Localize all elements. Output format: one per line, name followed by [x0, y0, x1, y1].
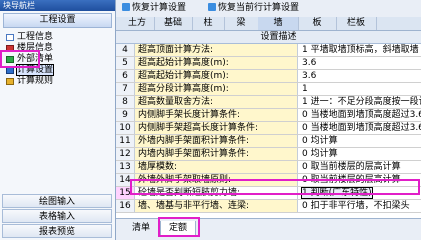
restore-icon — [122, 3, 130, 11]
row-value[interactable]: 0 均计算 — [299, 135, 421, 147]
tab-parapet[interactable]: 栏板 — [336, 17, 377, 30]
row-value[interactable]: 0 取当前楼层的层高计算 — [299, 174, 421, 186]
row-value[interactable]: 0 取当前楼层的层高计算 — [299, 161, 421, 173]
restore-current-row-label: 恢复当前行计算设置 — [218, 3, 300, 13]
grid-header-description: 设置描述 — [116, 31, 421, 44]
row-number: 14 — [116, 174, 135, 186]
table-row[interactable]: 9 内侧脚手架长度计算条件: 0 当楼地面到墙顶高度超过3.6m — [116, 109, 421, 122]
row-description: 外墙外脚手架取墙原则: — [135, 174, 298, 186]
table-input-button[interactable]: 表格输入 — [2, 209, 112, 223]
nav-item-label: 计算规则 — [17, 76, 54, 86]
table-row[interactable]: 12 内墙内脚手架面积计算条件: 0 均计算 — [116, 148, 421, 161]
settings-grid: 设置描述 4 超高顶面计算方法: 1 平墙取墙顶标高，斜墙取墙 5 超高起始计算高度(… — [116, 31, 421, 213]
row-value[interactable]: 0 当楼地面到墙顶高度超过3.6m — [299, 122, 421, 134]
toolbar: 恢复计算设置 恢复当前行计算设置 — [116, 0, 421, 18]
row-number: 11 — [116, 135, 135, 147]
tab-column[interactable]: 柱 — [192, 17, 225, 30]
nav-item-external-list[interactable]: 外部清单 — [4, 54, 53, 65]
row-value[interactable]: 1 — [299, 83, 421, 95]
row-value[interactable]: 0 扣于非平行墙，不扣梁头 — [299, 200, 421, 212]
category-tabs: 土方 基础 柱 梁 墙 板 栏板 — [116, 17, 421, 31]
row-description: 超高顶面计算方法: — [135, 44, 298, 56]
row-number: 16 — [116, 200, 135, 212]
row-description: 砼墙是否判断短肢剪力墙: — [135, 187, 298, 199]
list-icon — [6, 56, 14, 63]
row-value[interactable]: 0 当楼地面到墙顶高度超过3.6m — [299, 109, 421, 121]
table-row[interactable]: 14 外墙外脚手架取墙原则: 0 取当前楼层的层高计算 — [116, 174, 421, 187]
settings-icon — [6, 67, 14, 74]
table-row[interactable]: 8 超高数量取舍方法: 1 进一：不足分段高度按一段计 — [116, 96, 421, 109]
row-number: 4 — [116, 44, 135, 56]
nav-item-calc-rules[interactable]: 计算规则 — [4, 76, 53, 87]
row-value[interactable]: 1 平墙取墙顶标高，斜墙取墙 — [299, 44, 421, 56]
restore-current-row-button[interactable]: 恢复当前行计算设置 — [208, 3, 299, 14]
sheet-tabs: 清单 定额 — [116, 218, 421, 240]
row-description: 超高起始计算高度(m): — [135, 57, 298, 69]
table-row[interactable]: 7 超高分段计算高度(m): 1 — [116, 83, 421, 96]
row-description: 内墙内脚手架面积计算条件: — [135, 148, 298, 160]
row-value[interactable]: 1 进一：不足分段高度按一段计 — [299, 96, 421, 108]
table-row-selected[interactable]: 15 砼墙是否判断短肢剪力墙: 1 判断(广东特性) — [116, 187, 421, 200]
row-description: 超高数量取舍方法: — [135, 96, 298, 108]
row-description: 超高分段计算高度(m): — [135, 83, 298, 95]
row-value[interactable]: 3.6 — [299, 57, 421, 69]
restore-settings-label: 恢复计算设置 — [132, 3, 187, 13]
nav-item-calc-settings[interactable]: 计算设置 — [4, 64, 55, 76]
tab-wall[interactable]: 墙 — [258, 17, 299, 30]
restore-settings-button[interactable]: 恢复计算设置 — [122, 3, 186, 14]
nav-item-label: 楼层信息 — [17, 43, 54, 53]
main-area: 恢复计算设置 恢复当前行计算设置 土方 基础 柱 梁 墙 板 栏板 设置描述 4… — [116, 0, 421, 240]
drawing-input-button[interactable]: 绘图输入 — [2, 194, 112, 208]
row-value[interactable]: 0 均计算 — [299, 148, 421, 160]
row-number: 13 — [116, 161, 135, 173]
tab-foundation[interactable]: 基础 — [154, 17, 193, 30]
nav-panel-title: 块导航栏 — [0, 0, 115, 11]
tab-slab[interactable]: 板 — [298, 17, 337, 30]
table-row[interactable]: 6 超高起始计算高度(m): 3.6 — [116, 70, 421, 83]
nav-item-label: 工程信息 — [17, 32, 54, 42]
row-value-cell[interactable]: 1 判断(广东特性) — [299, 187, 421, 199]
navigation-panel: 块导航栏 工程设置 工程信息 楼层信息 外部清单 计算设置 计算规则 绘图输入 … — [0, 0, 116, 240]
row-description: 墙厚模数: — [135, 161, 298, 173]
nav-item-label: 外部清单 — [17, 54, 54, 64]
floor-icon — [6, 45, 14, 52]
table-row[interactable]: 5 超高起始计算高度(m): 3.6 — [116, 57, 421, 70]
row-number: 10 — [116, 122, 135, 134]
tab-beam[interactable]: 梁 — [224, 17, 259, 30]
table-row[interactable]: 13 墙厚模数: 0 取当前楼层的层高计算 — [116, 161, 421, 174]
app-window: 块导航栏 工程设置 工程信息 楼层信息 外部清单 计算设置 计算规则 绘图输入 … — [0, 0, 421, 240]
nav-item-floor-info[interactable]: 楼层信息 — [4, 43, 53, 54]
table-row[interactable]: 16 墙、墙基与非平行墙、连梁: 0 扣于非平行墙，不扣梁头 — [116, 200, 421, 213]
row-number: 12 — [116, 148, 135, 160]
table-row[interactable]: 10 内侧脚手架超高长度计算条件: 0 当楼地面到墙顶高度超过3.6m — [116, 122, 421, 135]
tab-earthwork[interactable]: 土方 — [120, 17, 155, 30]
sheet-tab-bill[interactable]: 清单 — [126, 221, 156, 235]
row-description: 内侧脚手架长度计算条件: — [135, 109, 298, 121]
row-value[interactable]: 3.6 — [299, 70, 421, 82]
restore-row-icon — [208, 3, 216, 11]
nav-section-header[interactable]: 工程设置 — [3, 13, 112, 28]
row-value[interactable]: 1 判断(广东特性) — [301, 187, 373, 199]
row-number: 15 — [116, 187, 135, 199]
row-number: 6 — [116, 70, 135, 82]
nav-item-label: 计算设置 — [15, 64, 55, 76]
nav-tree: 工程信息 楼层信息 外部清单 计算设置 计算规则 — [4, 32, 55, 87]
row-description: 超高起始计算高度(m): — [135, 70, 298, 82]
table-row[interactable]: 11 外墙内脚手架面积计算条件: 0 均计算 — [116, 135, 421, 148]
row-description: 外墙内脚手架面积计算条件: — [135, 135, 298, 147]
nav-item-project-info[interactable]: 工程信息 — [4, 32, 53, 43]
document-icon — [6, 34, 14, 41]
row-description: 内侧脚手架超高长度计算条件: — [135, 122, 298, 134]
table-row[interactable]: 4 超高顶面计算方法: 1 平墙取墙顶标高，斜墙取墙 — [116, 44, 421, 57]
row-description: 墙、墙基与非平行墙、连梁: — [135, 200, 298, 212]
report-preview-button[interactable]: 报表预览 — [2, 224, 112, 238]
rule-icon — [6, 78, 14, 85]
row-number: 7 — [116, 83, 135, 95]
row-number: 8 — [116, 96, 135, 108]
row-number: 5 — [116, 57, 135, 69]
row-number: 9 — [116, 109, 135, 121]
sheet-tab-quota[interactable]: 定额 — [160, 221, 196, 236]
